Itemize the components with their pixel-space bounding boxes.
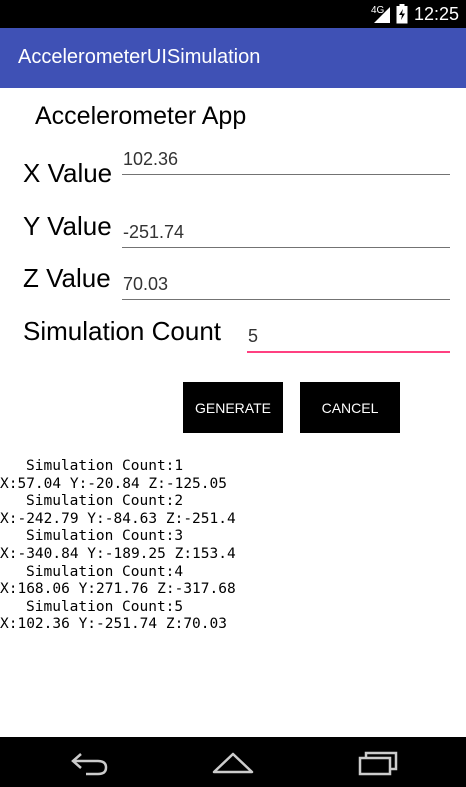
battery-icon (396, 4, 408, 24)
back-icon[interactable] (68, 750, 112, 776)
app-bar: AccelerometerUISimulation (0, 28, 466, 88)
z-value-field[interactable]: 70.03 (122, 269, 450, 300)
y-value-field[interactable]: -251.74 (122, 217, 450, 248)
status-bar: 4G 12:25 (0, 0, 466, 28)
recents-icon[interactable] (356, 750, 400, 776)
simulation-count-text: 5 (248, 326, 259, 346)
simulation-count-label: Simulation Count (23, 316, 221, 346)
log-count-line: Simulation Count:1 (26, 458, 184, 474)
log-xyz-line: X:-340.84 Y:-189.25 Z:153.4 (0, 545, 236, 562)
x-value-text: 102.36 (123, 149, 179, 169)
z-value-text: 70.03 (123, 274, 169, 294)
log-xyz-line: X:57.04 Y:-20.84 Z:-125.05 (0, 475, 227, 492)
log-xyz-line: X:102.36 Y:-251.74 Z:70.03 (0, 616, 227, 633)
log-count-line: Simulation Count:5 (26, 598, 184, 615)
navigation-bar (0, 737, 466, 787)
log-count-line: Simulation Count:4 (26, 563, 184, 580)
clock: 12:25 (414, 4, 460, 24)
signal-icon (374, 7, 390, 23)
log-count-line: Simulation Count:3 (26, 528, 184, 545)
z-value-label: Z Value (23, 263, 111, 293)
log-count-line: Simulation Count:2 (26, 493, 184, 510)
app-title: AccelerometerUISimulation (18, 46, 261, 68)
log-xyz-line: X:168.06 Y:271.76 Z:-317.68 (0, 581, 236, 598)
page-heading: Accelerometer App (35, 102, 247, 130)
x-value-label: X Value (23, 158, 113, 188)
y-value-label: Y Value (23, 211, 112, 241)
log-xyz-line: X:-242.79 Y:-84.63 Z:-251.4 (0, 510, 236, 527)
simulation-log: Simulation Count:1 X:57.04 Y:-20.84 Z:-1… (0, 458, 466, 634)
x-value-field[interactable]: 102.36 (122, 144, 450, 175)
y-value-text: -251.74 (123, 222, 185, 242)
simulation-count-field[interactable]: 5 (247, 321, 450, 353)
home-icon[interactable] (210, 750, 256, 776)
cancel-button[interactable]: CANCEL (300, 382, 400, 433)
generate-button[interactable]: GENERATE (183, 382, 283, 433)
